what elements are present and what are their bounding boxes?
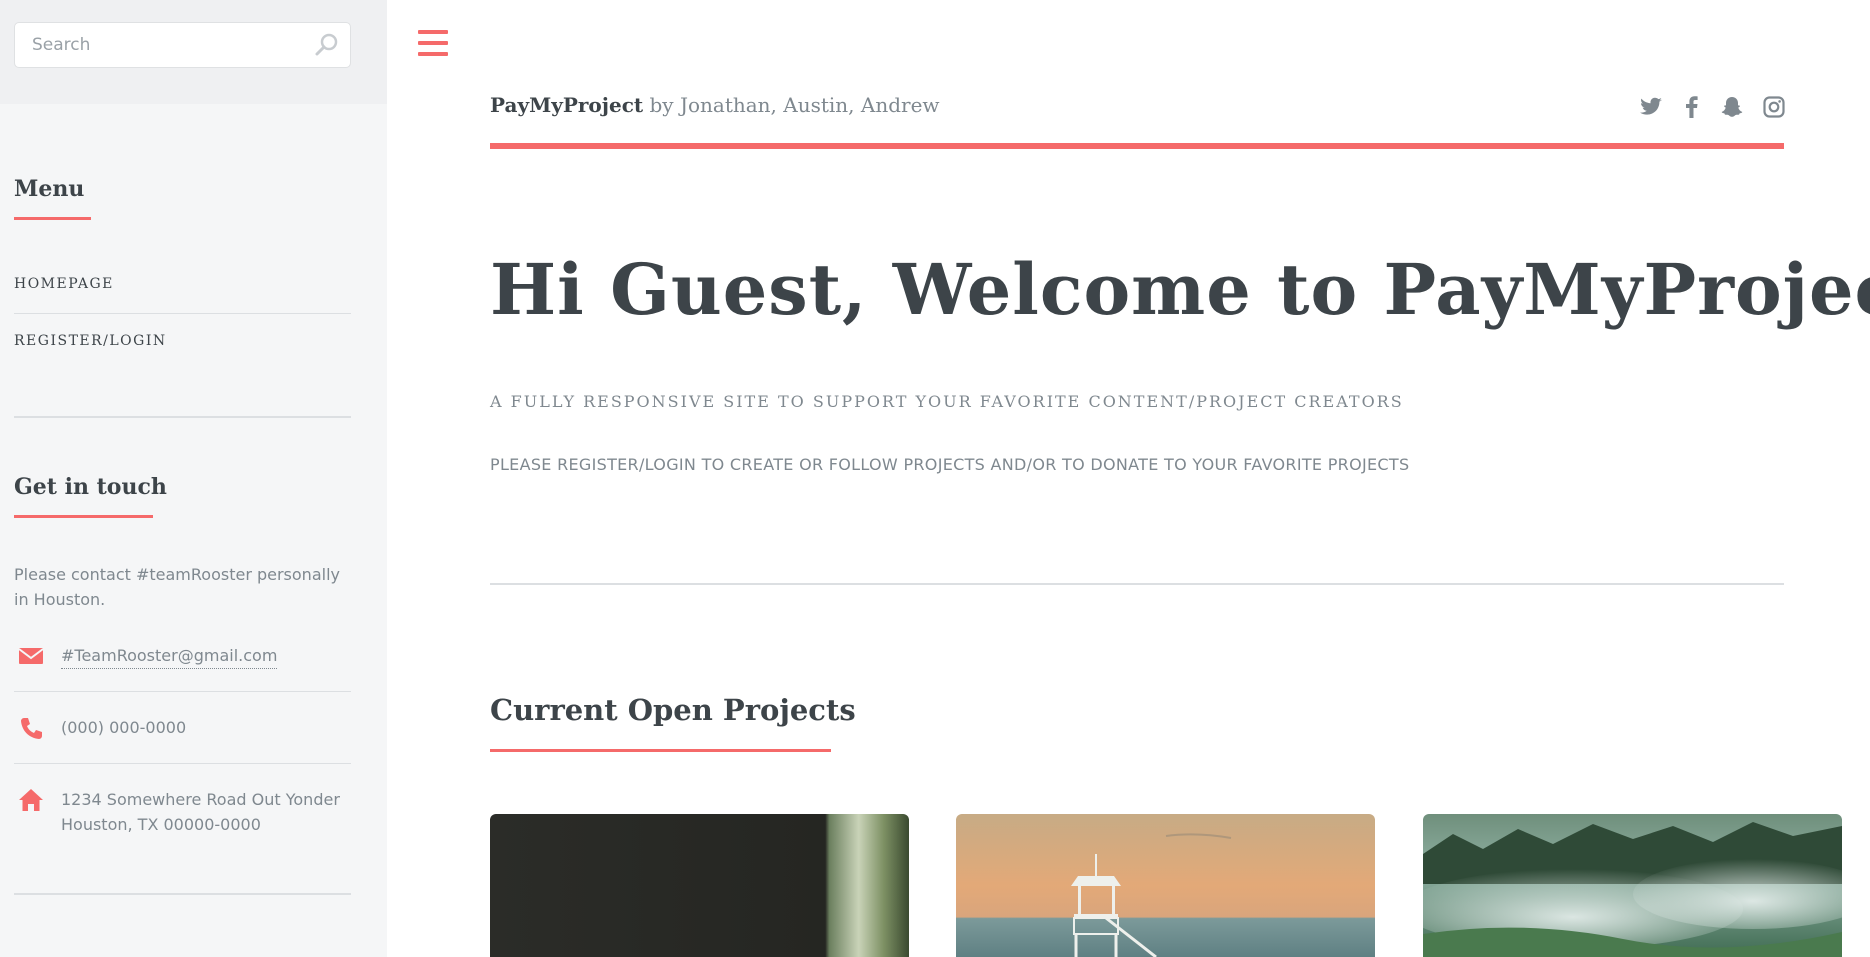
project-card-image[interactable]	[956, 814, 1375, 957]
sidebar: Menu HOMEPAGE REGISTER/LOGIN Get in touc…	[0, 0, 387, 957]
contact-address-line2: Houston, TX 00000-0000	[61, 815, 261, 834]
contact-address-row: 1234 Somewhere Road Out Yonder Houston, …	[14, 787, 351, 843]
menu-toggle-button[interactable]	[418, 30, 448, 58]
site-brand[interactable]: PayMyProject by Jonathan, Austin, Andrew	[490, 93, 940, 117]
search-input[interactable]	[15, 23, 305, 67]
envelope-icon	[18, 648, 44, 664]
contact-phone-row: (000) 000-0000	[14, 715, 351, 745]
menu-divider	[14, 313, 351, 314]
facebook-icon[interactable]	[1680, 95, 1704, 119]
sidebar-item-homepage[interactable]: HOMEPAGE	[14, 276, 351, 292]
contact-address-line1: 1234 Somewhere Road Out Yonder	[61, 790, 340, 809]
projects-heading: Current Open Projects	[490, 693, 856, 727]
search-icon[interactable]	[314, 32, 340, 58]
section-divider	[14, 416, 351, 418]
project-image-misty-forest	[1423, 814, 1842, 957]
project-image-lifeguard-tower	[956, 814, 1375, 957]
section-divider	[14, 893, 351, 895]
hamburger-icon-bar	[418, 30, 448, 34]
contact-intro: Please contact #teamRooster personally i…	[14, 565, 340, 609]
search-section	[0, 0, 387, 104]
brand-authors: by Jonathan, Austin, Andrew	[643, 93, 940, 117]
contact-heading: Get in touch	[14, 474, 167, 500]
hamburger-icon-bar	[418, 52, 448, 56]
hero-note: PLEASE REGISTER/LOGIN TO CREATE OR FOLLO…	[490, 455, 1410, 474]
hamburger-icon-bar	[418, 41, 448, 45]
menu-heading: Menu	[14, 176, 85, 202]
projects-heading-underline	[490, 749, 831, 752]
phone-icon	[21, 718, 42, 739]
hero-title: Hi Guest, Welcome to PayMyProject	[490, 248, 1870, 331]
contact-phone: (000) 000-0000	[61, 718, 187, 737]
search-box	[14, 22, 351, 68]
menu-heading-underline	[14, 217, 91, 220]
contact-divider	[14, 691, 351, 692]
twitter-icon[interactable]	[1640, 95, 1664, 119]
header-underline	[490, 143, 1784, 149]
home-icon	[19, 789, 43, 811]
contact-email-row: #TeamRooster@gmail.com	[14, 643, 351, 673]
contact-heading-underline	[14, 515, 153, 518]
sidebar-item-register-login[interactable]: REGISTER/LOGIN	[14, 333, 351, 349]
project-image-dark	[490, 814, 909, 957]
hero-subtitle: A FULLY RESPONSIVE SITE TO SUPPORT YOUR …	[490, 392, 1404, 411]
snapchat-icon[interactable]	[1720, 95, 1744, 119]
social-icons	[1640, 95, 1788, 121]
instagram-icon[interactable]	[1762, 95, 1786, 119]
contact-divider	[14, 763, 351, 764]
main-divider	[490, 583, 1784, 585]
project-card-image[interactable]	[490, 814, 909, 957]
brand-name: PayMyProject	[490, 93, 644, 117]
project-card-image[interactable]	[1423, 814, 1842, 957]
contact-email-link[interactable]: #TeamRooster@gmail.com	[61, 643, 278, 669]
